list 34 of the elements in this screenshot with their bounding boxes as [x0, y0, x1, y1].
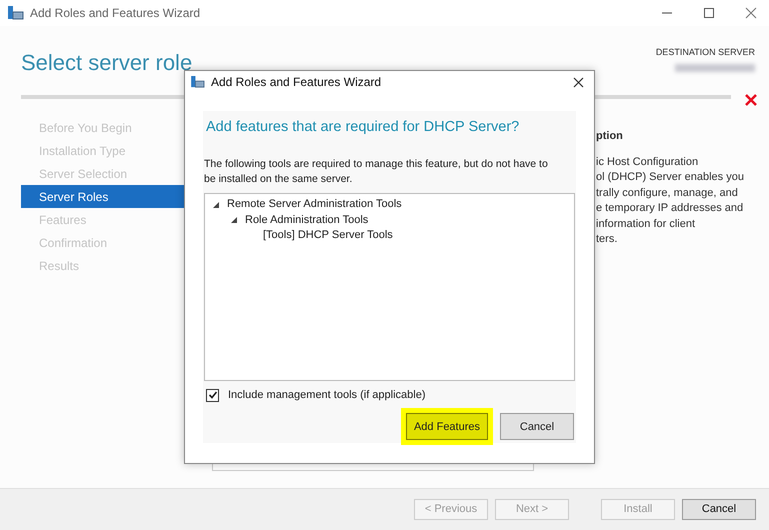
- description-heading: ption: [596, 129, 624, 144]
- maximize-icon[interactable]: [703, 7, 715, 19]
- description-text: trally configure, manage, and: [596, 186, 739, 200]
- collapse-icon[interactable]: [213, 202, 219, 208]
- description-text: ic Host Configuration: [596, 154, 700, 170]
- server-icon: [191, 76, 205, 88]
- footer-button[interactable]: Cancel: [682, 499, 756, 520]
- tree-item: Role Administration Tools: [245, 212, 368, 228]
- nav-item[interactable]: Installation Type: [21, 139, 184, 162]
- nav-item[interactable]: Before You Begin: [21, 116, 184, 139]
- page-title: Select server role: [21, 50, 192, 76]
- nav-item[interactable]: Server Roles: [21, 185, 184, 208]
- description-text: e temporary IP addresses and: [596, 201, 744, 216]
- tree-item: Remote Server Administration Tools: [227, 197, 402, 212]
- collapse-icon[interactable]: [231, 217, 237, 223]
- dialog-text: The following tools are required to manage this feature, but do not have to be installed on the same server.: [203, 156, 549, 187]
- description-text: ters.: [596, 232, 618, 247]
- nav-item[interactable]: Results: [21, 254, 184, 277]
- dialog-heading: Add features that are required for DHCP Server?: [205, 118, 520, 137]
- error-icon: [745, 94, 757, 106]
- tree-item: [Tools] DHCP Server Tools: [263, 228, 393, 244]
- description-text: ol (DHCP) Server enables you: [596, 170, 744, 185]
- dialog-button[interactable]: Cancel: [500, 413, 574, 440]
- window-title: Add Roles and Features Wizard: [30, 5, 200, 22]
- checkbox-label: Include management tools (if applicable): [228, 388, 426, 403]
- close-icon[interactable]: [573, 76, 584, 88]
- nav-item[interactable]: Server Selection: [21, 162, 184, 185]
- nav-item[interactable]: Features: [21, 208, 184, 231]
- destination-label: DESTINATION SERVER: [656, 46, 755, 59]
- nav-item[interactable]: Confirmation: [21, 231, 184, 254]
- server-icon: [8, 6, 24, 20]
- dialog-title: Add Roles and Features Wizard: [211, 74, 382, 91]
- checkbox[interactable]: [206, 388, 219, 402]
- description-text: information for client: [596, 216, 696, 232]
